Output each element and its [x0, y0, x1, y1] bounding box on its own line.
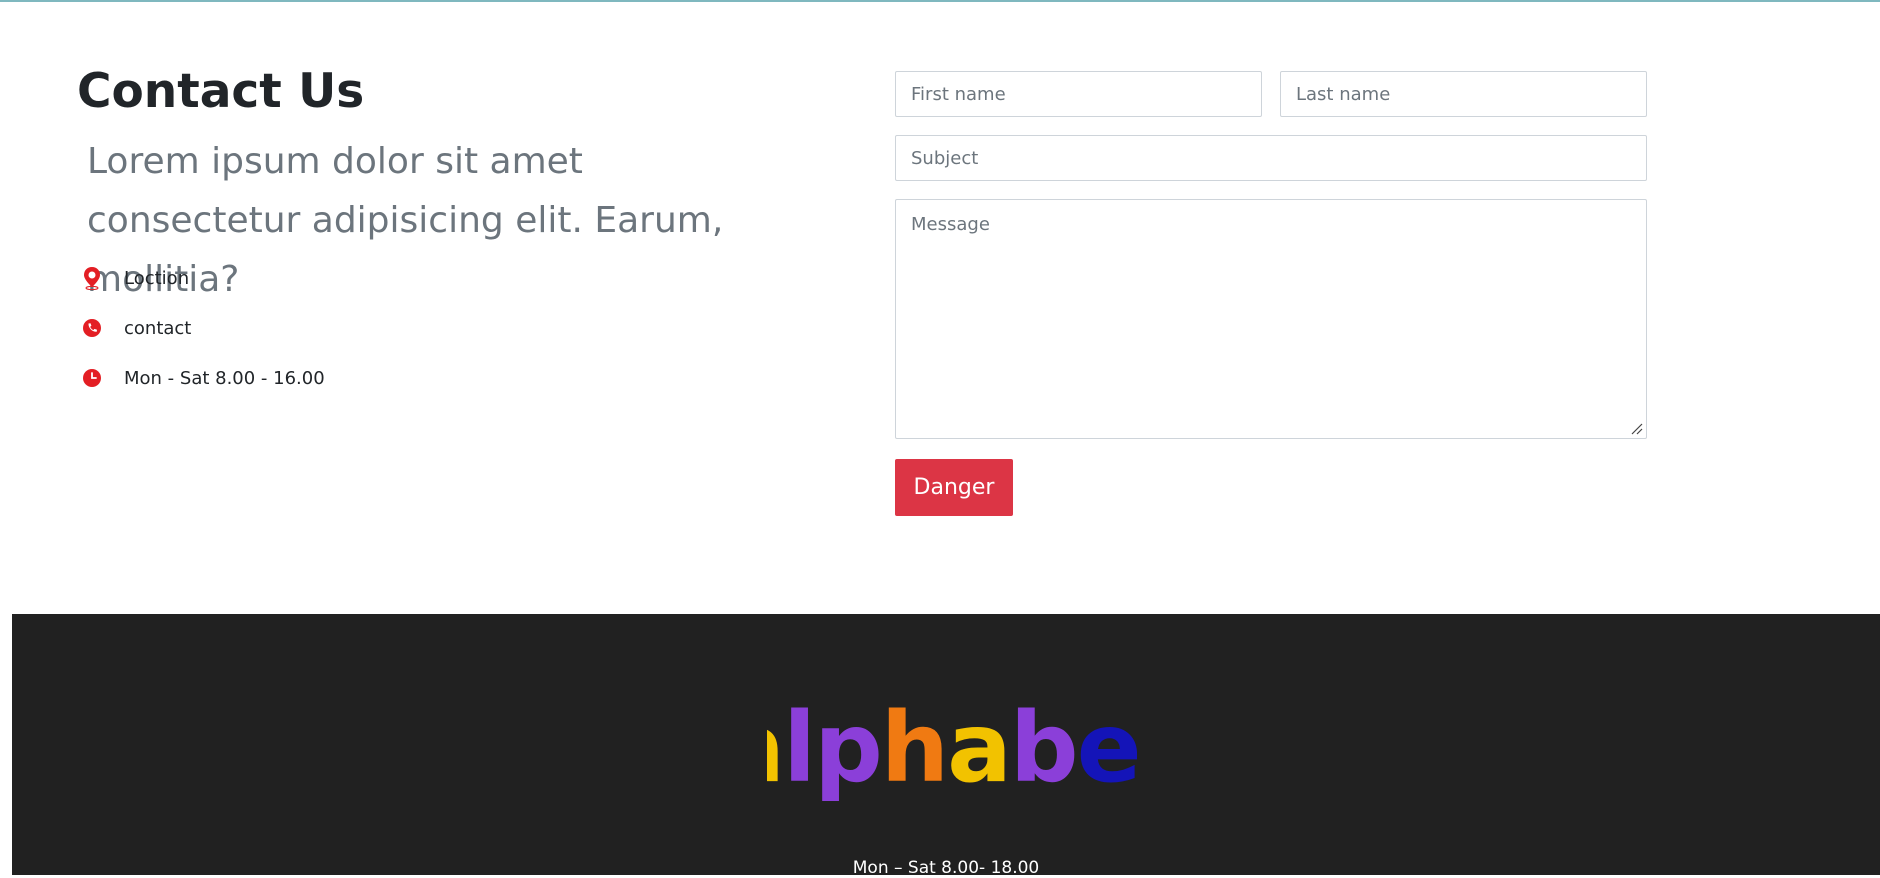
phone-icon	[80, 316, 104, 340]
top-border	[0, 0, 1880, 2]
logo-letter: a	[947, 692, 1010, 804]
submit-button[interactable]: Danger	[895, 459, 1013, 516]
logo-letter: a	[767, 692, 783, 804]
page-title: Contact Us	[77, 64, 365, 119]
contact-label: contact	[124, 317, 192, 339]
contact-item: contact	[80, 313, 191, 343]
resize-handle-icon[interactable]	[1629, 421, 1643, 435]
footer-hours: Mon – Sat 8.00- 18.00	[852, 858, 1040, 878]
subject-input[interactable]	[895, 135, 1647, 181]
alphabet-logo: alphabet	[767, 692, 1137, 804]
hours-item: Mon - Sat 8.00 - 16.00	[80, 363, 325, 393]
logo-letter: h	[881, 692, 947, 804]
logo-letter: e	[1077, 692, 1137, 804]
lead-text: Lorem ipsum dolor sit amet consectetur a…	[87, 141, 724, 300]
location-pin-icon	[80, 266, 104, 290]
logo-letter: p	[814, 692, 881, 804]
message-textarea[interactable]	[895, 199, 1647, 439]
clock-icon	[80, 366, 104, 390]
location-label: Loction	[124, 267, 190, 289]
location-item: Loction	[80, 263, 189, 293]
logo-letter: l	[783, 692, 814, 804]
logo-letter: b	[1010, 692, 1077, 804]
hours-label: Mon - Sat 8.00 - 16.00	[124, 367, 325, 389]
last-name-input[interactable]	[1280, 71, 1647, 117]
first-name-input[interactable]	[895, 71, 1262, 117]
svg-text:alphabet: alphabet	[767, 692, 1137, 804]
footer: alphabet Mon – Sat 8.00- 18.00	[12, 614, 1880, 878]
